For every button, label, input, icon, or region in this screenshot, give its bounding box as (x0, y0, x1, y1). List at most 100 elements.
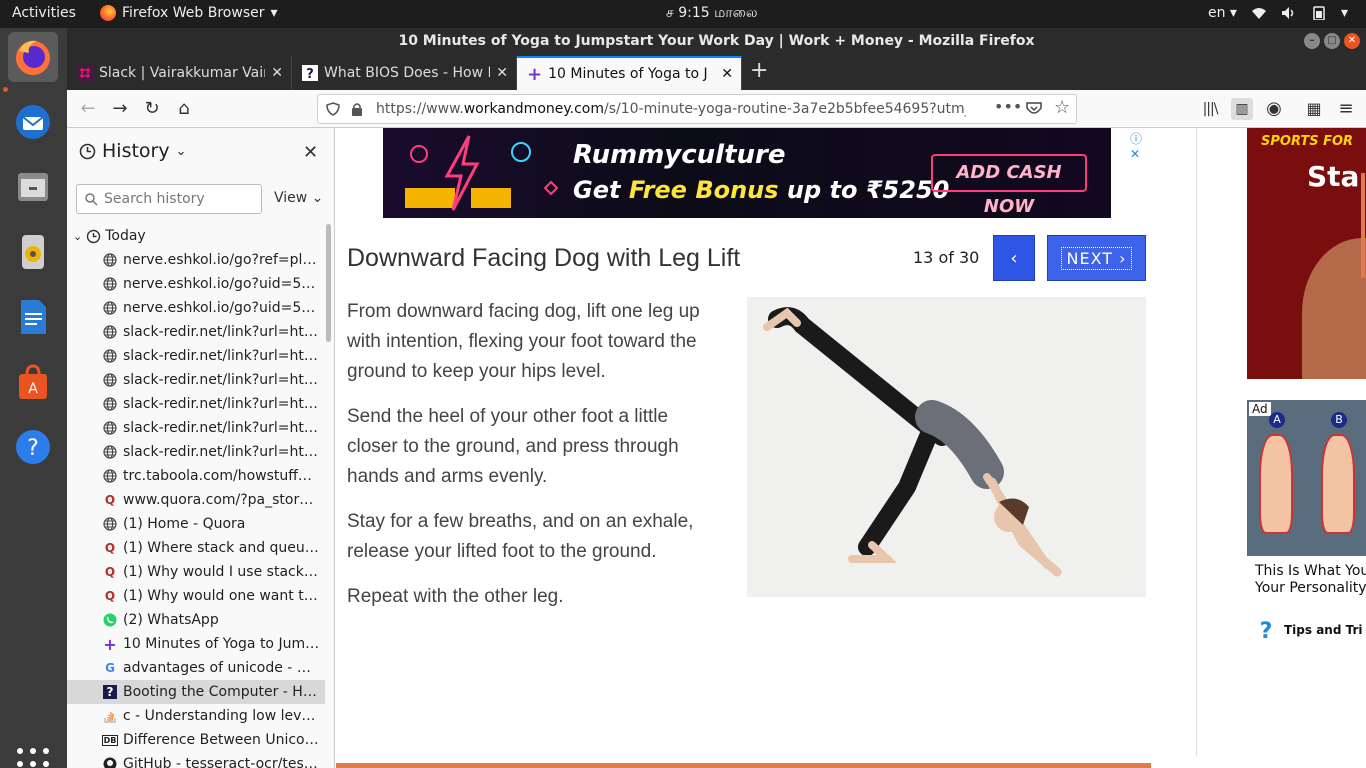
history-item[interactable]: DB Difference Between Unicod... (67, 728, 325, 752)
chevron-down-icon: ⌄ (175, 143, 187, 159)
clock-icon (79, 143, 96, 159)
show-applications-button[interactable] (17, 748, 49, 768)
side-ad-personality[interactable]: Ad A B (1247, 400, 1366, 556)
clock-icon (87, 229, 101, 243)
history-item[interactable]: Q (1) Where stack and queue u... (67, 536, 325, 560)
reload-button[interactable]: ↻ (141, 98, 163, 120)
quora-icon: Q (104, 565, 116, 579)
close-tab-icon[interactable]: ✕ (721, 66, 733, 82)
page-scrollbar[interactable] (1361, 173, 1365, 278)
next-button[interactable]: NEXT › (1047, 235, 1146, 281)
history-item[interactable]: Q (1) Why would I use stack ins... (67, 560, 325, 584)
window-title-bar[interactable]: 10 Minutes of Yoga to Jumpstart Your Wor… (67, 28, 1366, 54)
tips-label: Tips and Tri (1284, 623, 1363, 637)
history-item[interactable]: GitHub - tesseract-ocr/tessd... (67, 752, 325, 768)
forward-button[interactable]: → (109, 98, 131, 120)
back-button[interactable]: ← (77, 98, 99, 120)
url-bar[interactable]: https://www.workandmoney.com/s/10-minute… (317, 94, 1077, 124)
system-tray[interactable]: en ▾ ▾ (1208, 5, 1348, 21)
history-item[interactable]: trc.taboola.com/howstuffwo... (67, 464, 325, 488)
history-item[interactable]: slack-redir.net/link?url=http... (67, 320, 325, 344)
view-menu-button[interactable]: View ⌄ (274, 190, 323, 206)
history-item[interactable]: slack-redir.net/link?url=http... (67, 344, 325, 368)
article-title: Downward Facing Dog with Leg Lift (347, 244, 741, 272)
close-sidebar-button[interactable]: ✕ (303, 142, 318, 163)
menu-icon[interactable]: ≡ (1335, 98, 1357, 120)
clock[interactable]: ச 9:15 மாலை (666, 5, 758, 23)
dock: A ? (0, 28, 67, 768)
shield-icon[interactable] (326, 102, 340, 116)
url-domain: workandmoney.com (463, 101, 605, 117)
svg-text:?: ? (1260, 619, 1273, 642)
history-item[interactable]: +10 Minutes of Yoga to Jump... (67, 632, 325, 656)
new-tab-button[interactable]: + (750, 58, 768, 83)
history-item[interactable]: slack-redir.net/link?url=http... (67, 440, 325, 464)
history-item[interactable]: nerve.eshkol.io/go?ref=pl&h... (67, 248, 325, 272)
history-group-today[interactable]: ⌄ Today (67, 224, 325, 248)
history-item[interactable]: (2) WhatsApp (67, 608, 325, 632)
sidebar-scrollbar[interactable] (326, 224, 331, 342)
sidebar-toggle-icon[interactable]: ▥ (1231, 98, 1253, 120)
tab-workandmoney[interactable]: + 10 Minutes of Yoga to Ju ✕ (517, 56, 742, 90)
side-ad-sports[interactable]: SPORTS FOR Sta (1247, 128, 1366, 379)
side-ad-caption[interactable]: This Is What You Your Personality (1255, 563, 1366, 597)
firefox-icon (16, 40, 50, 75)
tips-link[interactable]: ? Tips and Tri (1256, 618, 1366, 642)
legs-image-b (1321, 434, 1355, 534)
close-window-button[interactable]: ✕ (1344, 33, 1360, 49)
history-item[interactable]: ? Booting the Computer - How... (67, 680, 325, 704)
globe-icon (103, 253, 117, 267)
view-label: View (274, 190, 308, 206)
tab-label: What BIOS Does - How B (324, 65, 490, 81)
ad-banner[interactable]: Rummyculture Get Free Bonus up to ₹5250 … (383, 128, 1146, 218)
history-item[interactable]: slack-redir.net/link?url=http... (67, 416, 325, 440)
chevron-down-icon: ▾ (1340, 5, 1348, 21)
tab-howstuffworks[interactable]: ? What BIOS Does - How B ✕ (292, 56, 517, 90)
ad-cta-button[interactable]: ADD CASH NOW (931, 154, 1087, 217)
url-text: https://www.workandmoney.com/s/10-minute… (376, 101, 966, 117)
ad-close-icon[interactable]: ⓘ ✕ (1127, 130, 1146, 161)
tab-slack[interactable]: Slack | Vairakkumar Vaira ✕ (67, 56, 292, 90)
dock-files[interactable] (8, 162, 58, 212)
library-icon[interactable]: |||\ (1199, 98, 1221, 120)
caption-line: Your Personality (1255, 580, 1366, 596)
app-menu[interactable]: Firefox Web Browser ▾ (100, 5, 278, 21)
dock-help[interactable]: ? (8, 422, 58, 472)
search-history-input[interactable]: Search history (76, 184, 262, 214)
dock-rhythmbox[interactable] (8, 227, 58, 277)
home-button[interactable]: ⌂ (173, 98, 195, 120)
history-item[interactable]: slack-redir.net/link?url=http... (67, 392, 325, 416)
account-icon[interactable]: ◉ (1263, 98, 1285, 120)
paragraph: From downward facing dog, lift one leg u… (347, 301, 700, 382)
maximize-button[interactable]: □ (1324, 33, 1340, 49)
page-actions-icon[interactable]: ••• (994, 97, 1022, 116)
language-indicator[interactable]: en ▾ (1208, 5, 1237, 21)
close-tab-icon[interactable]: ✕ (271, 65, 283, 81)
history-item[interactable]: Gadvantages of unicode - Goo... (67, 656, 325, 680)
history-item[interactable]: Qwww.quora.com/?pa_story=... (67, 488, 325, 512)
history-item[interactable]: nerve.eshkol.io/go?uid=5e1... (67, 272, 325, 296)
activities-button[interactable]: Activities (12, 5, 76, 21)
history-item[interactable]: c - Understanding low level f... (67, 704, 325, 728)
history-item[interactable]: Q (1) Why would one want to u... (67, 584, 325, 608)
lock-icon[interactable] (351, 102, 363, 116)
previous-button[interactable]: ‹ (993, 235, 1035, 281)
history-item[interactable]: slack-redir.net/link?url=http... (67, 368, 325, 392)
legs-image-a (1259, 434, 1293, 534)
history-item[interactable]: (1) Home - Quora (67, 512, 325, 536)
sidebar-header[interactable]: History ⌄ (79, 140, 187, 162)
minimize-button[interactable]: – (1304, 33, 1320, 49)
dock-libreoffice-writer[interactable] (8, 292, 58, 342)
dock-firefox[interactable] (8, 32, 58, 82)
dock-thunderbird[interactable] (8, 97, 58, 147)
pocket-icon[interactable] (1026, 102, 1042, 116)
history-item[interactable]: nerve.eshkol.io/go?uid=5e1... (67, 296, 325, 320)
bookmark-star-icon[interactable]: ☆ (1054, 97, 1070, 118)
quora-icon: Q (104, 541, 116, 555)
dock-software[interactable]: A (8, 357, 58, 407)
history-item-label: c - Understanding low level f... (123, 708, 320, 724)
extensions-icon[interactable]: ▦ (1303, 98, 1325, 120)
db-icon: DB (101, 734, 119, 746)
close-tab-icon[interactable]: ✕ (496, 65, 508, 81)
workandmoney-icon: + (103, 634, 117, 654)
